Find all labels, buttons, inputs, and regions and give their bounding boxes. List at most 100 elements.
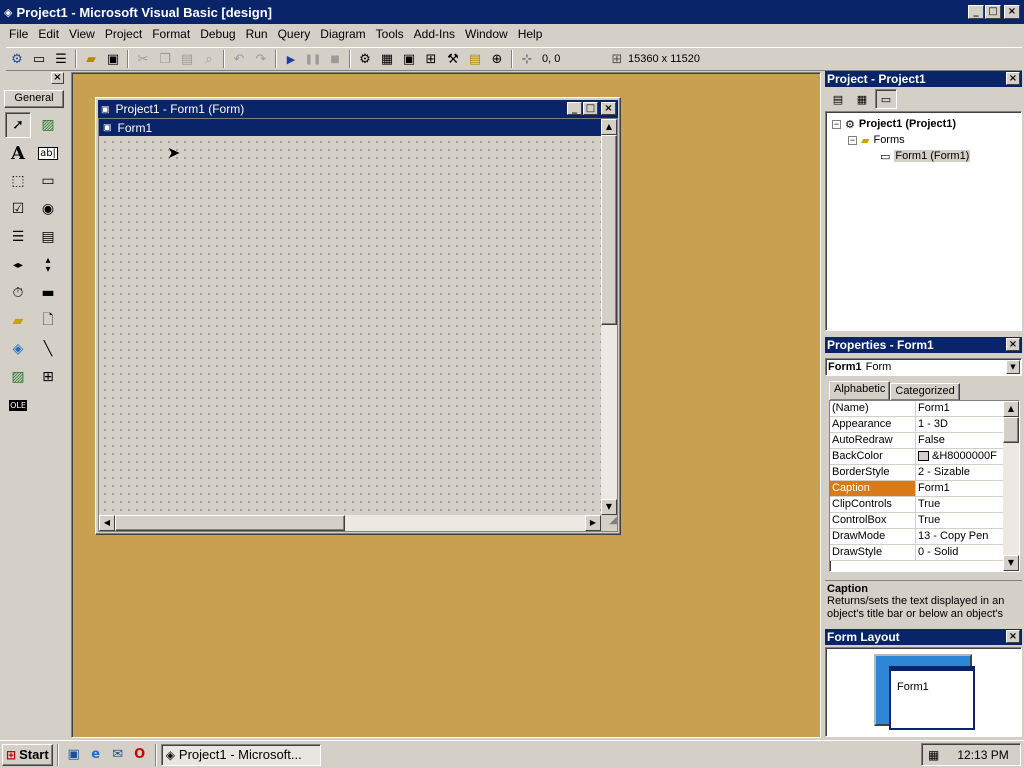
redo-icon[interactable]: ↷ (250, 49, 272, 69)
object-browser-icon[interactable]: ⊞ (420, 49, 442, 69)
tray-scheduler-icon[interactable]: ▦ (928, 748, 939, 762)
menu-view[interactable]: View (64, 25, 100, 45)
start-icon[interactable]: ▶ (280, 49, 302, 69)
dirlistbox-icon[interactable]: ▰ (5, 308, 31, 334)
tree-forms-folder[interactable]: − ▰ Forms (832, 132, 1015, 148)
collapse-icon[interactable]: − (848, 135, 857, 145)
menu-query[interactable]: Query (273, 25, 316, 45)
data-view-icon[interactable]: ▤ (464, 49, 486, 69)
scroll-right-button[interactable]: ▶ (585, 515, 601, 531)
property-row[interactable]: BackColor &H8000000F (830, 449, 1003, 465)
drivelistbox-icon[interactable]: ▬ (35, 280, 61, 306)
object-selector[interactable]: Form1 Form ▼ (825, 358, 1022, 376)
internet-explorer-icon[interactable]: e (85, 745, 107, 765)
picturebox-icon[interactable]: ▨ (35, 112, 61, 138)
form-preview[interactable]: Form1 (889, 666, 975, 730)
menu-tools[interactable]: Tools (371, 25, 409, 45)
toolbox-close-button[interactable]: × (51, 72, 64, 84)
property-row[interactable]: ClipControls True (830, 497, 1003, 513)
property-row[interactable]: BorderStyle 2 - Sizable (830, 465, 1003, 481)
form-designer-window[interactable]: ▣ Project1 - Form1 (Form) _ □ × ▣ Form1 … (95, 97, 621, 535)
properties-scroll-thumb[interactable] (1003, 417, 1019, 443)
menu-project[interactable]: Project (100, 25, 147, 45)
minimize-button[interactable]: _ (968, 5, 984, 19)
listbox-icon[interactable]: ▤ (35, 224, 61, 250)
add-form-icon[interactable]: ▭ (28, 49, 50, 69)
paste-icon[interactable]: ▤ (176, 49, 198, 69)
menu-editor-icon[interactable]: ☰ (50, 49, 72, 69)
menu-format[interactable]: Format (147, 25, 195, 45)
form-layout-close-button[interactable]: × (1006, 630, 1020, 643)
find-icon[interactable]: ⌕ (198, 49, 220, 69)
show-desktop-icon[interactable]: ▣ (63, 745, 85, 765)
menu-window[interactable]: Window (460, 25, 513, 45)
toggle-folders-icon[interactable]: ▭ (875, 89, 897, 109)
open-icon[interactable]: ▰ (80, 49, 102, 69)
maximize-button[interactable]: □ (985, 5, 1001, 19)
horizontal-scroll-thumb[interactable] (115, 515, 345, 531)
toolbox-tab-general[interactable]: General (4, 90, 64, 108)
component-manager-icon[interactable]: ⊕ (486, 49, 508, 69)
optionbutton-icon[interactable]: ◉ (35, 196, 61, 222)
scroll-down-button[interactable]: ▼ (601, 499, 617, 515)
tree-root[interactable]: − ⚙ Project1 (Project1) (832, 116, 1015, 132)
property-row[interactable]: (Name) Form1 (830, 401, 1003, 417)
scroll-up-button[interactable]: ▲ (601, 119, 617, 135)
view-code-icon[interactable]: ▤ (827, 89, 849, 109)
frame-icon[interactable]: ⬚ (5, 168, 31, 194)
horizontal-scrollbar[interactable]: ◀ ▶ (99, 515, 601, 531)
menu-file[interactable]: File (4, 25, 33, 45)
scroll-left-button[interactable]: ◀ (99, 515, 115, 531)
menu-run[interactable]: Run (241, 25, 273, 45)
start-button[interactable]: ⊞ Start (2, 743, 53, 766)
outlook-express-icon[interactable]: ✉ (107, 745, 129, 765)
tab-alphabetic[interactable]: Alphabetic (829, 381, 891, 400)
image-icon[interactable]: ▨ (5, 364, 31, 390)
menu-diagram[interactable]: Diagram (315, 25, 370, 45)
menu-help[interactable]: Help (513, 25, 548, 45)
form-close-button[interactable]: × (601, 102, 616, 115)
scroll-up-button[interactable]: ▲ (1003, 401, 1019, 417)
copy-icon[interactable]: ❐ (154, 49, 176, 69)
cut-icon[interactable]: ✂ (132, 49, 154, 69)
form-layout-icon[interactable]: ▣ (398, 49, 420, 69)
timer-icon[interactable]: ⏱ (5, 280, 31, 306)
close-button[interactable]: × (1004, 5, 1020, 19)
property-row-selected[interactable]: Caption Form1 (830, 481, 1003, 497)
filelistbox-icon[interactable]: 🗋 (35, 308, 61, 334)
collapse-icon[interactable]: − (832, 119, 841, 129)
shape-icon[interactable]: ◈ (5, 336, 31, 362)
combobox-icon[interactable]: ☰ (5, 224, 31, 250)
property-row[interactable]: AutoRedraw False (830, 433, 1003, 449)
vertical-scroll-thumb[interactable] (601, 135, 617, 325)
tab-categorized[interactable]: Categorized (890, 383, 960, 400)
size-grip[interactable]: ◢ (601, 515, 617, 531)
menu-edit[interactable]: Edit (33, 25, 64, 45)
property-row[interactable]: ControlBox True (830, 513, 1003, 529)
property-row[interactable]: DrawMode 13 - Copy Pen (830, 529, 1003, 545)
property-row[interactable]: Appearance 1 - 3D (830, 417, 1003, 433)
chevron-down-icon[interactable]: ▼ (1006, 360, 1020, 374)
opera-icon[interactable]: O (129, 745, 151, 765)
ole-icon[interactable]: OLE (5, 392, 31, 418)
project-explorer-icon[interactable]: ⚙ (354, 49, 376, 69)
form-design-surface[interactable] (99, 136, 601, 515)
menu-add-ins[interactable]: Add-Ins (409, 25, 460, 45)
form-minimize-button[interactable]: _ (567, 102, 582, 115)
vertical-scrollbar[interactable]: ▲ ▼ (601, 119, 617, 515)
properties-icon[interactable]: ▦ (376, 49, 398, 69)
commandbutton-icon[interactable]: ▭ (35, 168, 61, 194)
task-button-vb[interactable]: ◈ Project1 - Microsoft... (160, 743, 321, 766)
property-row[interactable]: DrawStyle 0 - Solid (830, 545, 1003, 561)
undo-icon[interactable]: ↶ (228, 49, 250, 69)
break-icon[interactable]: ❚❚ (302, 49, 324, 69)
view-object-icon[interactable]: ▦ (851, 89, 873, 109)
clock[interactable]: 12:13 PM (957, 748, 1008, 762)
menu-debug[interactable]: Debug (195, 25, 240, 45)
tree-form1[interactable]: ▭ Form1 (Form1) (832, 148, 1015, 164)
checkbox-icon[interactable]: ☑ (5, 196, 31, 222)
vscrollbar-icon[interactable]: ▴ ▾ (35, 252, 61, 278)
scroll-down-button[interactable]: ▼ (1003, 555, 1019, 571)
toolbox-icon[interactable]: ⚒ (442, 49, 464, 69)
textbox-icon[interactable]: ab| (35, 140, 61, 166)
